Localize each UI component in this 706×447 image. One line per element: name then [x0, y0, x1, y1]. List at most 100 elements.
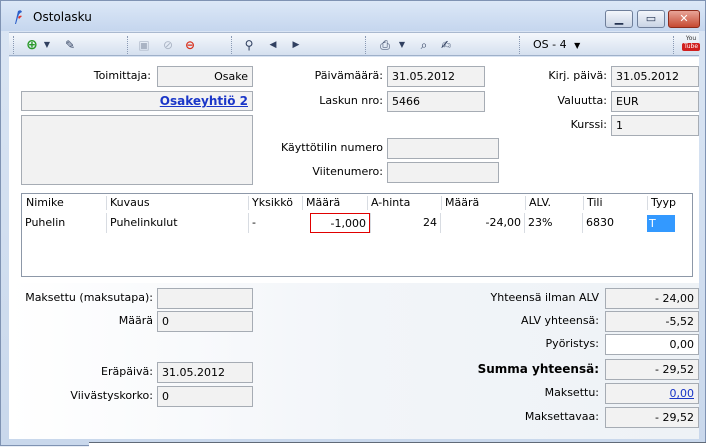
kurssi-label: Kurssi: [570, 118, 607, 131]
cell-kuvaus[interactable]: Puhelinkulut [106, 213, 248, 233]
address-box[interactable] [21, 115, 253, 185]
cell-yksikko[interactable]: - [248, 213, 310, 233]
kayttotili-label: Käyttötilin numero [280, 141, 383, 154]
account-number-field[interactable] [387, 138, 499, 159]
youtube-icon[interactable]: You Tube [682, 35, 700, 55]
minimize-icon: ▁ [614, 12, 624, 25]
toolbar-separator [127, 36, 128, 54]
valuutta-label: Valuutta: [557, 94, 607, 107]
maksettu-maksutapa-label: Maksettu (maksutapa): [25, 291, 153, 304]
purchase-invoice-window: Ostolasku ▁ ▭ ✕ ⊕ ▼ ✎ ▣ ⊘ ⊖ ⚲ ◀ ▶ ⎙ ▼ ⌕ … [0, 0, 706, 447]
kirj-paiva-label: Kirj. päivä: [548, 69, 607, 82]
column-divider [583, 196, 584, 210]
toolbar-separator [231, 36, 232, 54]
reference-number-field[interactable] [387, 162, 499, 183]
payment-method-field[interactable] [157, 288, 253, 309]
vat-total-field: -5,52 [605, 311, 699, 332]
minimize-button[interactable]: ▁ [605, 10, 633, 28]
column-header-kuvaus[interactable]: Kuvaus [108, 196, 150, 210]
paid-amount-field[interactable]: 0 [157, 311, 253, 332]
invoice-form: Toimittaja: Osake Osakeyhtiö 2 Päivämäär… [9, 57, 699, 439]
toolbar: ⊕ ▼ ✎ ▣ ⊘ ⊖ ⚲ ◀ ▶ ⎙ ▼ ⌕ ✍ OS - 4 ▼ You T… [9, 32, 700, 56]
binoculars-icon[interactable]: ⚲ [239, 36, 259, 54]
total-excl-vat-field: - 24,00 [605, 288, 699, 309]
cell-maara[interactable]: -1,000 [310, 213, 370, 233]
close-icon: ✕ [679, 12, 689, 25]
totals-panel: Maksettu (maksutapa): Määrä 0 Eräpäivä: … [9, 283, 699, 439]
title-bar[interactable]: Ostolasku ▁ ▭ ✕ [1, 1, 705, 31]
window-title: Ostolasku [33, 10, 92, 24]
add-icon[interactable]: ⊕ [23, 36, 41, 54]
column-divider [525, 196, 526, 210]
date-field[interactable]: 31.05.2012 [387, 66, 485, 87]
status-strip [89, 442, 706, 447]
yhteensa-ilman-alv-label: Yhteensä ilman ALV [490, 291, 600, 304]
column-divider [106, 196, 107, 210]
maximize-button[interactable]: ▭ [637, 10, 665, 28]
close-button[interactable]: ✕ [668, 10, 700, 28]
due-date-field[interactable]: 31.05.2012 [157, 362, 253, 383]
layout-selector[interactable]: OS - 4 ▼ [533, 36, 580, 54]
cell-a-hinta[interactable]: 24 [370, 213, 440, 233]
company-link[interactable]: Osakeyhtiö 2 [21, 91, 253, 111]
column-header-alv[interactable]: ALV. [527, 196, 551, 210]
invoice-number-field[interactable]: 5466 [387, 91, 485, 112]
toimittaja-label: Toimittaja: [93, 69, 151, 82]
print-icon[interactable]: ⎙ [375, 36, 395, 54]
toolbar-separator [673, 36, 674, 54]
viivastyskorko-label: Viivästyskorko: [70, 389, 153, 402]
column-header-tyyp[interactable]: Tyyp [649, 196, 676, 210]
cell-tili[interactable]: 6830 [582, 213, 646, 233]
paivamaara-label: Päivämäärä: [314, 69, 383, 82]
column-header-maara[interactable]: Määrä [304, 196, 340, 210]
cell-alv[interactable]: 23% [524, 213, 582, 233]
exchange-rate-field[interactable]: 1 [611, 115, 699, 136]
cell-nimike[interactable]: Puhelin [22, 213, 106, 233]
viitenumero-label: Viitenumero: [312, 165, 383, 178]
column-divider [302, 196, 303, 210]
amount-due-field: - 29,52 [605, 407, 699, 428]
paid-link[interactable]: 0,00 [605, 383, 699, 404]
booking-date-field[interactable]: 31.05.2012 [611, 66, 699, 87]
sign-icon[interactable]: ✍ [437, 36, 455, 54]
layout-label: OS - 4 [533, 38, 567, 51]
column-divider [647, 196, 648, 210]
edit-icon[interactable]: ✎ [61, 36, 79, 54]
column-divider [248, 196, 249, 210]
toolbar-separator [519, 36, 520, 54]
column-divider [367, 196, 368, 210]
print-dropdown-icon[interactable]: ▼ [397, 36, 407, 54]
column-header-nimike[interactable]: Nimike [24, 196, 64, 210]
toolbar-separator [365, 36, 366, 54]
cancel-icon[interactable]: ⊘ [159, 36, 177, 54]
previous-icon[interactable]: ◀ [266, 36, 280, 54]
maksettavaa-label: Maksettavaa: [524, 410, 599, 423]
supplier-field[interactable]: Osake [157, 66, 253, 87]
column-header-summa[interactable]: Määrä [443, 196, 479, 210]
cell-summa[interactable]: -24,00 [440, 213, 524, 233]
save-icon[interactable]: ▣ [135, 36, 153, 54]
print-preview-icon[interactable]: ⌕ [415, 36, 433, 54]
alv-yhteensa-label: ALV yhteensä: [521, 314, 599, 327]
delete-icon[interactable]: ⊖ [181, 36, 199, 54]
summa-yhteensa-label: Summa yhteensä: [477, 362, 599, 376]
maara-label: Määrä [118, 314, 153, 327]
cell-tyyp[interactable]: T [647, 215, 675, 232]
next-icon[interactable]: ▶ [289, 36, 303, 54]
pyoristys-label: Pyöristys: [545, 337, 599, 350]
late-interest-field[interactable]: 0 [157, 386, 253, 407]
rounding-field[interactable]: 0,00 [605, 334, 699, 355]
column-header-a-hinta[interactable]: A-hinta [369, 196, 410, 210]
maksettu-label: Maksettu: [544, 386, 599, 399]
column-header-tili[interactable]: Tili [585, 196, 603, 210]
currency-field[interactable]: EUR [611, 91, 699, 112]
app-logo-icon [15, 10, 22, 24]
laskun-nro-label: Laskun nro: [319, 94, 383, 107]
maximize-icon: ▭ [645, 12, 657, 25]
chevron-down-icon: ▼ [574, 41, 581, 50]
add-dropdown-icon[interactable]: ▼ [42, 36, 52, 54]
column-header-yksikko[interactable]: Yksikkö [250, 196, 293, 210]
erapaiva-label: Eräpäivä: [101, 365, 153, 378]
invoice-lines-table[interactable]: Nimike Kuvaus Yksikkö Määrä A-hinta Määr… [21, 193, 693, 277]
toolbar-grip [13, 36, 14, 54]
